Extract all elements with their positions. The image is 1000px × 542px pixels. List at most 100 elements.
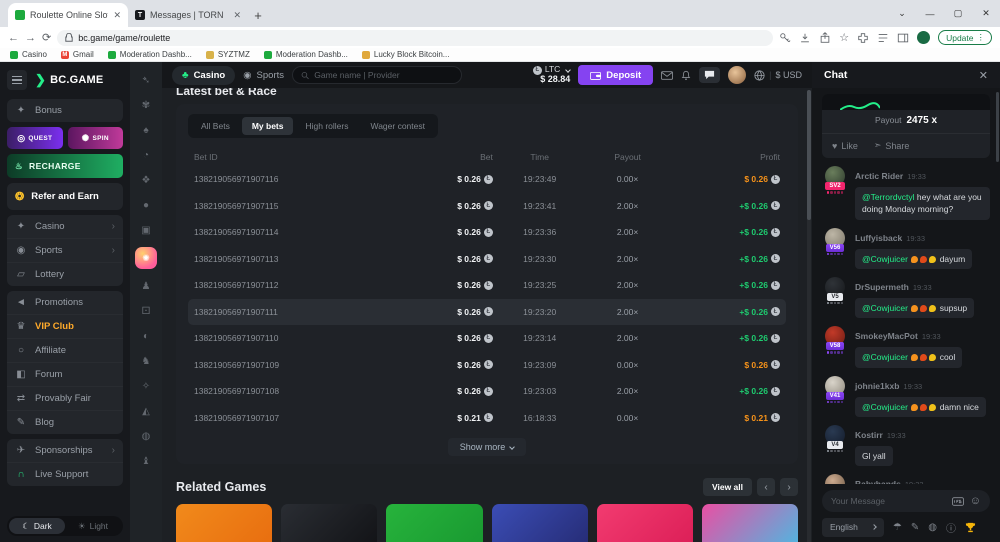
- bet-row[interactable]: 138219056971907112$ 0.26 Ł19:23:252.00×+…: [188, 272, 786, 299]
- fiat-currency-selector[interactable]: | $ USD: [754, 70, 802, 81]
- bookmark-item[interactable]: SYZTMZ: [206, 50, 250, 59]
- bets-tab-all-bets[interactable]: All Bets: [191, 117, 240, 135]
- bets-tab-high-rollers[interactable]: High rollers: [295, 117, 358, 135]
- side-panel-icon[interactable]: [897, 32, 909, 44]
- new-tab-button[interactable]: +: [248, 5, 268, 25]
- sidebar-item-casino[interactable]: ✦Casino›: [7, 215, 123, 238]
- mention[interactable]: @Cowjuicer: [862, 402, 908, 412]
- balance-selector[interactable]: ŁLTC $ 28.84: [533, 65, 570, 84]
- mention[interactable]: @Cowjuicer: [862, 352, 908, 362]
- game-thumbnail[interactable]: [386, 504, 482, 542]
- game-category-icon[interactable]: ➴: [138, 72, 154, 88]
- sidebar-item-lottery[interactable]: ▱Lottery: [7, 262, 123, 286]
- sidebar-item-vip-club[interactable]: ♛VIP Club: [7, 314, 123, 338]
- address-field[interactable]: bc.game/game/roulette: [57, 30, 773, 46]
- bet-row[interactable]: 138219056971907116$ 0.26 Ł19:23:490.00×$…: [188, 166, 786, 193]
- bookmark-item[interactable]: MGmail: [61, 50, 94, 59]
- window-close-button[interactable]: ✕: [972, 8, 1000, 19]
- bet-row[interactable]: 138219056971907110$ 0.26 Ł19:23:142.00×+…: [188, 325, 786, 352]
- language-selector[interactable]: English: [822, 518, 884, 537]
- game-thumbnail[interactable]: [281, 504, 377, 542]
- tab-close-icon[interactable]: ✕: [233, 10, 241, 21]
- info-icon[interactable]: ⓘ: [946, 520, 956, 535]
- bet-row[interactable]: 138219056971907114$ 0.26 Ł19:23:362.00×+…: [188, 219, 786, 246]
- game-category-icon[interactable]: ♞: [138, 353, 154, 369]
- mail-icon[interactable]: [661, 71, 673, 80]
- username[interactable]: johnie1kxb: [855, 381, 899, 391]
- forward-button[interactable]: →: [25, 32, 36, 44]
- username[interactable]: SmokeyMacPot: [855, 331, 918, 341]
- theme-light-button[interactable]: ☀Light: [65, 518, 121, 534]
- sidebar-item-live-support[interactable]: ∩Live Support: [7, 462, 123, 486]
- carousel-prev-button[interactable]: ‹: [757, 478, 775, 496]
- spin-button[interactable]: ✺SPIN: [68, 127, 124, 149]
- sidebar-item-forum[interactable]: ◧Forum: [7, 362, 123, 386]
- game-search[interactable]: [292, 66, 462, 84]
- username[interactable]: Arctic Rider: [855, 171, 903, 181]
- sidebar-item-sports[interactable]: ◉Sports›: [7, 238, 123, 262]
- coin-drop-icon[interactable]: ◍: [928, 522, 937, 533]
- game-thumbnail[interactable]: [176, 504, 272, 542]
- bookmark-item[interactable]: Moderation Dashb...: [108, 50, 192, 59]
- chat-toggle-icon[interactable]: [699, 67, 720, 83]
- browser-tab-torn[interactable]: T Messages | TORN ✕: [128, 3, 248, 27]
- bet-row[interactable]: 138219056971907109$ 0.26 Ł19:23:090.00×$…: [188, 352, 786, 379]
- gif-icon[interactable]: [952, 497, 964, 506]
- trophy-icon[interactable]: [965, 522, 976, 533]
- view-all-button[interactable]: View all: [703, 478, 752, 496]
- bet-row[interactable]: 138219056971907115$ 0.26 Ł19:23:412.00×+…: [188, 193, 786, 220]
- sidebar-item-bonus[interactable]: ✦ Bonus: [7, 99, 123, 122]
- mention[interactable]: @Terrordvctyl: [862, 192, 915, 202]
- username[interactable]: Babyhands: [855, 479, 901, 484]
- emoji-icon[interactable]: ☺: [970, 495, 981, 507]
- game-category-icon[interactable]: ▣: [138, 222, 154, 238]
- profile-avatar[interactable]: [917, 31, 930, 44]
- bets-tab-wager-contest[interactable]: Wager contest: [360, 117, 435, 135]
- rules-pencil-icon[interactable]: ✎: [911, 522, 919, 533]
- window-restore-button[interactable]: ▢: [944, 8, 972, 19]
- extensions-icon[interactable]: [857, 32, 869, 44]
- sidebar-item-provably-fair[interactable]: ⇄Provably Fair: [7, 386, 123, 410]
- bookmark-item[interactable]: Casino: [10, 50, 47, 59]
- chat-scrollbar[interactable]: [996, 92, 999, 162]
- rain-icon[interactable]: ☂: [893, 522, 902, 533]
- quest-button[interactable]: ◎QUEST: [7, 127, 63, 149]
- notifications-bell-icon[interactable]: [681, 70, 691, 81]
- theme-dark-button[interactable]: ☾Dark: [9, 518, 65, 534]
- game-category-icon[interactable]: ♠: [138, 122, 154, 138]
- sidebar-item-promotions[interactable]: ◄Promotions: [7, 291, 123, 314]
- user-avatar[interactable]: [728, 66, 746, 84]
- game-category-icon[interactable]: ✧: [138, 378, 154, 394]
- download-icon[interactable]: [799, 32, 811, 44]
- mention[interactable]: @Cowjuicer: [862, 303, 908, 313]
- deposit-button[interactable]: Deposit: [578, 65, 653, 85]
- game-category-icon[interactable]: ⚀: [138, 303, 154, 319]
- main-scrollbar[interactable]: [807, 90, 811, 542]
- reading-list-icon[interactable]: [877, 32, 889, 44]
- bet-row[interactable]: 138219056971907113$ 0.26 Ł19:23:302.00×+…: [188, 246, 786, 273]
- bookmark-item[interactable]: Lucky Block Bitcoin...: [362, 50, 450, 59]
- share-button[interactable]: ➣Share: [874, 140, 910, 151]
- avatar[interactable]: [825, 474, 845, 484]
- game-category-icon[interactable]: ♝: [138, 453, 154, 469]
- chat-input-box[interactable]: ☺: [822, 490, 990, 512]
- game-thumbnail[interactable]: [597, 504, 693, 542]
- game-category-icon[interactable]: ◭: [138, 403, 154, 419]
- bcgame-logo[interactable]: ❯BC.GAME: [35, 72, 103, 88]
- update-button[interactable]: Update⋮: [938, 30, 992, 45]
- sidebar-item-blog[interactable]: ✎Blog: [7, 410, 123, 434]
- like-button[interactable]: ♥Like: [832, 141, 858, 151]
- username[interactable]: Kostirr: [855, 430, 883, 440]
- back-button[interactable]: ←: [8, 32, 19, 44]
- recharge-button[interactable]: ♨ RECHARGE: [7, 154, 123, 178]
- shared-bet-card[interactable]: Payout 2475 x ♥Like ➣Share: [822, 94, 990, 158]
- refer-and-earn-button[interactable]: ❂ Refer and Earn: [7, 183, 123, 210]
- bookmark-star-icon[interactable]: ☆: [839, 31, 849, 44]
- bet-row[interactable]: 138219056971907111$ 0.26 Ł19:23:202.00×+…: [188, 299, 786, 326]
- bookmark-item[interactable]: Moderation Dashb...: [264, 50, 348, 59]
- key-icon[interactable]: [779, 32, 791, 44]
- game-category-icon[interactable]: ✾: [138, 97, 154, 113]
- game-category-icon[interactable]: ●: [138, 197, 154, 213]
- chat-message-input[interactable]: [831, 496, 946, 506]
- search-input[interactable]: [314, 70, 453, 80]
